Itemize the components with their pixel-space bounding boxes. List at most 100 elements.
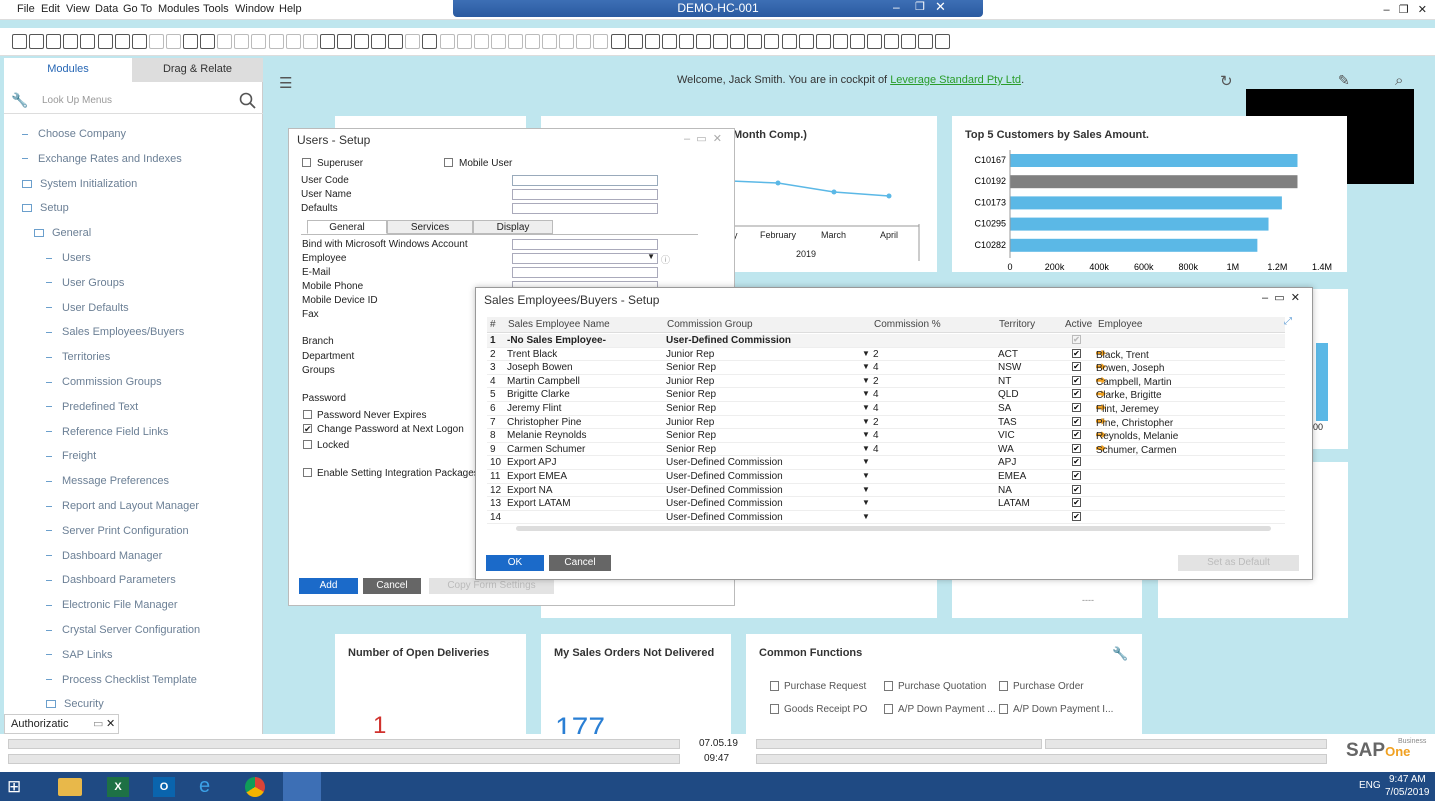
dropdown-arrow-icon[interactable]: ▼ — [862, 471, 870, 480]
commission-group-cell[interactable]: Junior Rep — [666, 417, 714, 428]
toolbar-icon[interactable] — [371, 34, 387, 49]
toolbar-icon[interactable] — [867, 34, 882, 49]
change-pw-checkbox[interactable]: ✔ — [303, 424, 312, 434]
toolbar-icon[interactable] — [114, 34, 130, 49]
close-icon[interactable]: ✕ — [935, 0, 946, 15]
territory-cell[interactable]: TAS — [998, 417, 1017, 428]
menu-help[interactable]: Help — [279, 3, 302, 15]
toolbar-icon[interactable] — [593, 34, 609, 49]
bind-windows-input[interactable] — [512, 239, 658, 250]
toolbar-icon[interactable] — [747, 34, 763, 49]
toolbar-icon[interactable] — [901, 34, 917, 49]
file-explorer-icon[interactable] — [58, 778, 82, 796]
nav-item[interactable]: Server Print Configuration — [46, 525, 189, 537]
chrome-icon[interactable] — [245, 777, 265, 797]
toolbar-icon[interactable] — [354, 34, 369, 49]
app-window-controls[interactable]: – ❐ ✕ — [1383, 3, 1427, 16]
commission-group-cell[interactable]: User-Defined Commission — [666, 485, 783, 496]
toolbar-icon[interactable] — [12, 34, 27, 49]
toolbar-icon[interactable] — [490, 34, 506, 49]
active-checkbox[interactable]: ✔ — [1072, 443, 1081, 453]
toolbar-icon[interactable] — [319, 34, 335, 49]
employee-name-cell[interactable]: -No Sales Employee- — [507, 335, 606, 346]
table-row[interactable]: 14 User-Defined Commission ▼ ✔ — [487, 511, 1285, 525]
toolbar-icon[interactable] — [148, 34, 164, 49]
employee-name-cell[interactable]: Joseph Bowen — [507, 362, 573, 373]
active-checkbox[interactable]: ✔ — [1072, 362, 1081, 372]
toolbar-icon[interactable] — [268, 34, 284, 49]
bar-C10295[interactable] — [1010, 217, 1269, 231]
email-input[interactable] — [512, 267, 658, 278]
menu-view[interactable]: View — [66, 3, 90, 15]
commission-group-cell[interactable]: Senior Rep — [666, 444, 716, 455]
active-checkbox[interactable]: ✔ — [1072, 471, 1081, 480]
nav-item[interactable]: User Groups — [46, 277, 124, 289]
user-name-input[interactable] — [512, 189, 658, 200]
dropdown-arrow-icon[interactable]: ▼ — [862, 376, 870, 385]
dropdown-arrow-icon[interactable]: ▼ — [862, 457, 870, 466]
common-function-item[interactable]: Purchase Order — [999, 681, 1084, 692]
toolbar-icon[interactable] — [661, 34, 677, 49]
toolbar-icon[interactable] — [80, 34, 96, 49]
common-function-item[interactable]: Purchase Quotation — [884, 681, 986, 692]
table-row[interactable]: 7 Christopher Pine Junior Rep ▼ 2 TAS ✔ Pine, C… — [487, 416, 1285, 430]
toolbar-icon[interactable] — [234, 34, 250, 49]
toolbar-icon[interactable] — [884, 34, 900, 49]
col-employee[interactable]: Employee — [1098, 319, 1142, 330]
nav-item[interactable]: Users — [46, 252, 91, 264]
commission-group-cell[interactable]: Senior Rep — [666, 430, 716, 441]
territory-cell[interactable]: ACT — [998, 349, 1018, 360]
active-checkbox[interactable]: ✔ — [1072, 416, 1081, 426]
commission-pct-cell[interactable]: 2 — [873, 349, 879, 360]
windows-start-icon[interactable]: ⊞ — [7, 777, 21, 797]
territory-cell[interactable]: QLD — [998, 389, 1019, 400]
bottom-tab[interactable]: Authorizatic ▭ ✕ — [4, 714, 119, 734]
territory-cell[interactable]: WA — [998, 444, 1014, 455]
territory-cell[interactable]: EMEA — [998, 471, 1026, 482]
col-active[interactable]: Active — [1065, 319, 1092, 330]
col-territory[interactable]: Territory — [999, 319, 1035, 330]
toolbar-icon[interactable] — [935, 34, 951, 49]
territory-cell[interactable]: NSW — [998, 362, 1021, 373]
table-row[interactable]: 8 Melanie Reynolds Senior Rep ▼ 4 VIC ✔ Reynold… — [487, 429, 1285, 443]
table-row[interactable]: 2 Trent Black Junior Rep ▼ 2 ACT ✔ Black, Trent — [487, 348, 1285, 362]
commission-group-cell[interactable]: User-Defined Commission — [666, 457, 783, 468]
commission-pct-cell[interactable]: 4 — [873, 389, 879, 400]
integration-checkbox[interactable] — [303, 468, 312, 477]
active-checkbox[interactable]: ✔ — [1072, 457, 1081, 467]
dropdown-arrow-icon[interactable]: ▼ — [862, 389, 870, 398]
toolbar-icon[interactable] — [644, 34, 660, 49]
cancel-users-button[interactable]: Cancel — [363, 578, 421, 594]
toolbar-icon[interactable] — [764, 34, 780, 49]
nav-item[interactable]: Predefined Text — [46, 401, 138, 413]
nav-item[interactable]: Security — [46, 698, 104, 710]
commission-group-cell[interactable]: Senior Rep — [666, 362, 716, 373]
employee-name-cell[interactable]: Export NA — [507, 485, 553, 496]
toolbar-icon[interactable] — [678, 34, 694, 49]
bar-C10192[interactable] — [1010, 175, 1298, 189]
toolbar-icon[interactable] — [439, 34, 455, 49]
toolbar-icon[interactable] — [542, 34, 558, 49]
copy-settings-button[interactable]: Copy Form Settings — [429, 578, 554, 594]
commission-group-cell[interactable]: User-Defined Commission — [666, 335, 791, 346]
pw-never-checkbox[interactable] — [303, 410, 312, 419]
superuser-checkbox[interactable] — [302, 158, 311, 167]
table-row[interactable]: 11 Export EMEA User-Defined Commission ▼ EME… — [487, 470, 1285, 484]
nav-item[interactable]: Commission Groups — [46, 376, 162, 388]
taskbar-time[interactable]: 9:47 AM — [1389, 774, 1426, 785]
dropdown-arrow-icon[interactable]: ▼ — [862, 349, 870, 358]
active-checkbox[interactable]: ✔ — [1072, 403, 1081, 412]
toolbar-icon[interactable] — [507, 34, 523, 49]
toolbar-icon[interactable] — [200, 34, 216, 49]
minimize-icon[interactable]: ‒ — [893, 0, 900, 14]
commission-pct-cell[interactable]: 2 — [873, 417, 879, 428]
nav-item[interactable]: Message Preferences — [46, 475, 169, 487]
toolbar-icon[interactable] — [525, 34, 540, 49]
commission-group-cell[interactable]: Senior Rep — [666, 389, 716, 400]
employee-name-cell[interactable]: Melanie Reynolds — [507, 430, 587, 441]
employee-select[interactable]: ▼ — [512, 252, 658, 264]
col-commission-group[interactable]: Commission Group — [667, 319, 753, 330]
ie-icon[interactable]: e — [199, 775, 210, 798]
toolbar-icon[interactable] — [405, 34, 421, 49]
restore-icon[interactable]: ❐ — [915, 0, 925, 13]
